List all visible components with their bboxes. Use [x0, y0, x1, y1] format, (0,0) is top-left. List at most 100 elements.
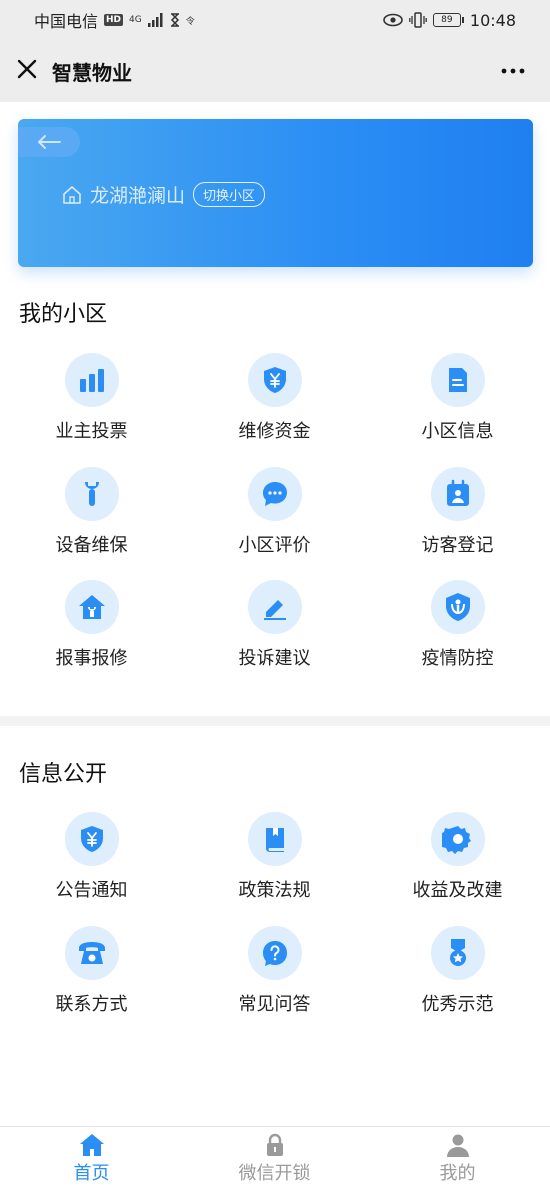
icon-circle: [430, 467, 485, 521]
grid-item-label: 公告通知: [55, 880, 128, 901]
community-banner: 龙湖滟澜山 切换小区: [18, 119, 533, 267]
nav-bar: 智慧物业: [0, 40, 550, 102]
icon-circle: [430, 926, 485, 980]
vibrate-icon: [409, 12, 427, 28]
icon-circle: [247, 580, 302, 634]
grid-item-label: 小区信息: [421, 421, 494, 442]
clock: 10:48: [469, 10, 516, 30]
grid-item-faq[interactable]: 常见问答: [183, 926, 366, 1016]
grid-item-repair-fund[interactable]: 维修资金: [183, 353, 366, 443]
book-icon: [265, 828, 284, 852]
medal-icon: [449, 939, 466, 966]
battery-level: 89: [432, 13, 461, 27]
section-title-my-community: 我的小区: [19, 302, 108, 327]
tab-label: 首页: [73, 1163, 110, 1184]
icon-circle: [247, 467, 302, 521]
status-right: 89 10:48: [383, 11, 516, 30]
icon-circle: [430, 812, 485, 866]
icon-circle: [247, 812, 302, 866]
icon-circle: [430, 353, 485, 407]
icon-circle: [64, 926, 119, 980]
tab-label: 微信开锁: [238, 1163, 311, 1184]
icon-circle: [430, 580, 485, 634]
community-row: 龙湖滟澜山 切换小区: [62, 181, 266, 208]
grid-item-label: 设备维保: [55, 535, 128, 556]
icon-circle: [64, 580, 119, 634]
grid-item-policies[interactable]: 政策法规: [183, 812, 366, 902]
community-name: 龙湖滟澜山: [90, 185, 186, 207]
arrow-left-icon: [38, 135, 61, 149]
icon-circle: [64, 812, 119, 866]
grid-item-community-info[interactable]: 小区信息: [366, 353, 549, 443]
carrier-label: 中国电信: [34, 12, 99, 31]
status-bar: 中国电信 HD 4G 令 89 10:48: [0, 0, 550, 40]
tab-wechat-unlock[interactable]: 微信开锁: [183, 1133, 366, 1185]
icon-circle: [64, 467, 119, 521]
battery-tip: [461, 17, 464, 23]
page: 中国电信 HD 4G 令 89 10:48 智慧物业 龙湖滟澜山 切换小区 我的…: [0, 0, 550, 1191]
grid-item-owner-vote[interactable]: 业主投票: [0, 353, 183, 443]
grid-item-label: 常见问答: [238, 994, 311, 1015]
grid-item-label: 小区评价: [238, 535, 311, 556]
more-icon[interactable]: [500, 58, 526, 84]
house-repair-icon: [78, 595, 105, 619]
chat-bubble-icon: [262, 482, 287, 506]
yuan-shield-icon: [263, 367, 286, 393]
grid-item-label: 访客登记: [421, 535, 494, 556]
lock-icon: [266, 1133, 283, 1156]
grid-item-label: 投诉建议: [238, 648, 311, 669]
grid-item-visitor-registration[interactable]: 访客登记: [366, 467, 549, 557]
icon-circle: [247, 353, 302, 407]
bar-chart-icon: [79, 369, 104, 392]
edit-icon: [263, 600, 286, 620]
grid-item-label: 政策法规: [238, 880, 311, 901]
shield-person-icon: [445, 593, 470, 621]
calendar-user-icon: [446, 479, 469, 506]
home-icon: [79, 1134, 104, 1156]
grid-item-equipment-maintenance[interactable]: 设备维保: [0, 467, 183, 557]
status-left: 中国电信 HD 4G 令: [34, 8, 195, 32]
telephone-icon: [78, 942, 105, 964]
back-button[interactable]: [18, 127, 80, 157]
switch-community-button[interactable]: 切换小区: [193, 182, 266, 207]
hourglass-icon: [170, 13, 179, 27]
icon-circle: [247, 926, 302, 980]
grid-item-community-review[interactable]: 小区评价: [183, 467, 366, 557]
hd-badge: HD: [104, 14, 124, 26]
tab-bar: 首页 微信开锁 我的: [0, 1126, 550, 1191]
grid-item-label: 收益及改建: [412, 880, 503, 901]
gear-icon: [441, 826, 471, 854]
tab-home[interactable]: 首页: [0, 1133, 183, 1185]
grid-item-label: 优秀示范: [421, 994, 494, 1015]
battery-indicator: 89: [432, 13, 464, 27]
icon-circle: [64, 353, 119, 407]
eye-icon: [383, 13, 403, 27]
grid-item-contact[interactable]: 联系方式: [0, 926, 183, 1016]
page-title: 智慧物业: [52, 61, 132, 85]
home-outline-icon: [63, 185, 81, 204]
tab-label: 我的: [439, 1163, 476, 1184]
grid-item-label: 疫情防控: [421, 648, 494, 669]
grid-item-label: 报事报修: [55, 648, 128, 669]
grid-item-announcements[interactable]: 公告通知: [0, 812, 183, 902]
tab-me[interactable]: 我的: [366, 1133, 549, 1185]
grid-item-epidemic-control[interactable]: 疫情防控: [366, 580, 549, 670]
section-title-info-public: 信息公开: [19, 762, 108, 787]
grid-item-label: 维修资金: [238, 421, 311, 442]
wrench-icon: [84, 482, 99, 506]
document-icon: [448, 368, 467, 392]
network-type: 4G: [129, 15, 142, 25]
grid-item-revenue-renovation[interactable]: 收益及改建: [366, 812, 549, 902]
grid-item-excellent-example[interactable]: 优秀示范: [366, 926, 549, 1016]
grid-item-label: 业主投票: [55, 421, 128, 442]
grid-item-complaint-suggestion[interactable]: 投诉建议: [183, 580, 366, 670]
yuan-shield-icon: [80, 826, 103, 852]
grid-item-report-repair[interactable]: 报事报修: [0, 580, 183, 670]
question-icon: [262, 941, 287, 966]
grid-item-label: 联系方式: [55, 994, 128, 1015]
section-divider: [0, 716, 550, 726]
user-icon: [446, 1134, 469, 1157]
signal-icon: [147, 13, 163, 27]
extra-status: 令: [185, 16, 195, 27]
close-icon[interactable]: [14, 56, 40, 82]
